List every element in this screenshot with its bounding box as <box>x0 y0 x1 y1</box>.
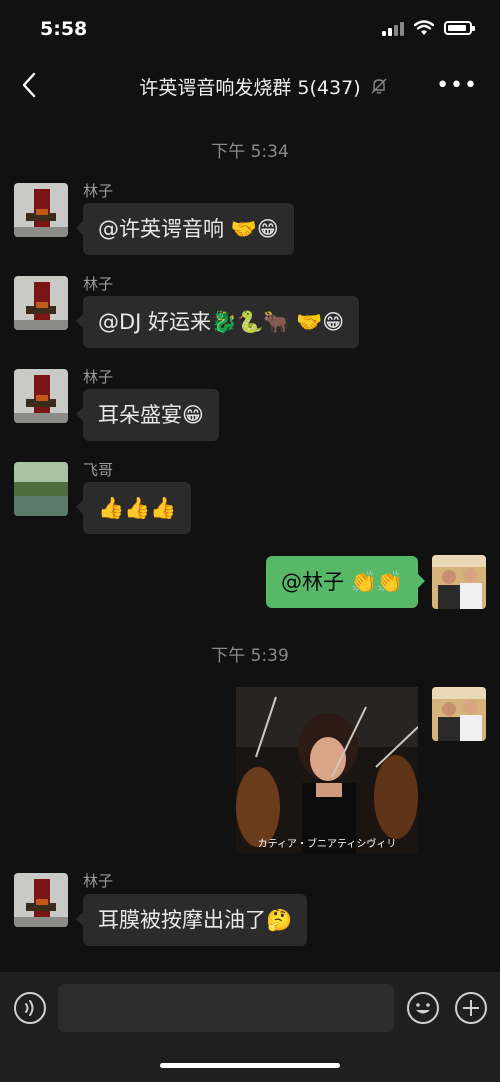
voice-icon[interactable] <box>12 990 48 1026</box>
status-icons <box>382 20 475 36</box>
sender-name: 林子 <box>83 368 114 386</box>
cellular-signal-icon <box>382 20 404 36</box>
home-indicator[interactable] <box>160 1063 340 1068</box>
message-bubble[interactable]: 耳膜被按摩出油了🤔 <box>75 894 308 946</box>
avatar[interactable] <box>14 873 68 927</box>
more-button[interactable]: ••• <box>436 73 478 98</box>
timestamp: 下午 5:39 <box>211 646 289 666</box>
sender-name: 林子 <box>83 872 114 890</box>
wifi-icon <box>414 20 434 35</box>
status-bar: 5:58 <box>0 0 500 58</box>
avatar[interactable] <box>14 183 68 237</box>
timestamp: 下午 5:34 <box>211 142 289 162</box>
plus-icon[interactable] <box>453 990 489 1026</box>
sender-name: 林子 <box>83 182 114 200</box>
message-bubble[interactable]: @DJ 好运来🐉🐍🐂 🤝😁 <box>75 296 360 348</box>
chevron-left-icon[interactable] <box>14 68 44 102</box>
message-input[interactable] <box>58 984 394 1032</box>
bell-muted-icon <box>371 78 387 94</box>
avatar[interactable] <box>14 369 68 423</box>
message-bubble[interactable]: @许英谔音响 🤝😁 <box>76 203 294 255</box>
my-avatar[interactable] <box>432 555 486 609</box>
nav-bar: 许英谔音响发烧群 5(437) ••• <box>0 58 500 114</box>
emoji-icon[interactable] <box>405 990 441 1026</box>
avatar[interactable] <box>14 276 68 330</box>
sender-name: 飞哥 <box>83 461 114 479</box>
image-caption: カティア・ブニアティシヴィリ <box>257 839 397 850</box>
battery-icon <box>444 21 475 35</box>
message-bubble[interactable]: 👍👍👍 <box>75 482 192 534</box>
image-message[interactable]: カティア・ブニアティシヴィリ <box>236 687 418 853</box>
message-bubble-outgoing[interactable]: @林子 👏👏 <box>266 556 425 608</box>
status-time: 5:58 <box>40 18 88 40</box>
my-avatar[interactable] <box>432 687 486 741</box>
avatar[interactable] <box>14 462 68 516</box>
message-bubble[interactable]: 耳朵盛宴😁 <box>76 389 219 441</box>
sender-name: 林子 <box>83 275 114 293</box>
